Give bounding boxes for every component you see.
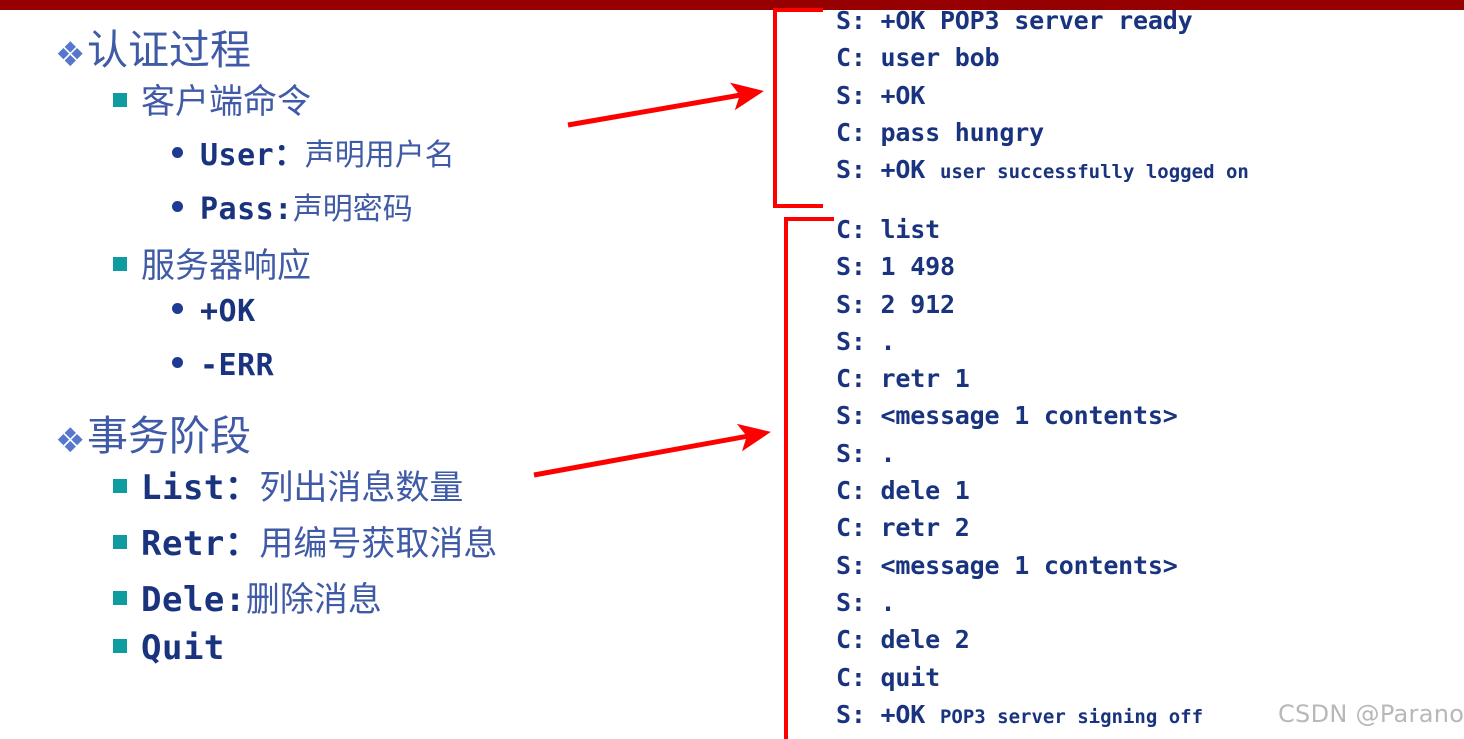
outline-level2-label: 客户端命令 (141, 82, 311, 122)
square-bullet-icon (113, 242, 141, 280)
square-bullet-icon (113, 464, 141, 502)
transcript-line-prefix: S: +OK (836, 155, 940, 185)
slide-canvas: ❖ 认证过程 客户端命令 User： 声明用户名 Pass: 声明密码 服务器响… (0, 0, 1464, 739)
transcript-line: S: <message 1 contents> (836, 550, 1178, 580)
transcript-line: C: dele 2 (836, 625, 970, 655)
csdn-watermark: CSDN @Paranoid☆ (1278, 700, 1464, 728)
auth-transcript-block: S: +OK POP3 server ready C: user bob S: … (836, 2, 1249, 188)
transcript-line: C: quit (836, 662, 940, 692)
outline-item-level1: ❖ 认证过程 (55, 16, 770, 74)
square-bullet-icon (113, 624, 141, 662)
outline-item-level2: 客户端命令 (113, 74, 770, 130)
outline-item-level1: ❖ 事务阶段 (55, 402, 770, 460)
outline-level2-code: List： (141, 468, 260, 508)
outline-level3-desc: 声明用户名 (304, 138, 455, 173)
transcript-line: S: . (836, 587, 896, 617)
transcript-line: C: retr 2 (836, 513, 970, 543)
outline-level2-desc: 用编号获取消息 (259, 524, 498, 564)
transcript-line: C: dele 1 (836, 476, 970, 506)
outline-level2-label: 服务器响应 (141, 246, 311, 286)
transcript-line: C: user bob (836, 43, 1000, 73)
transcript-line: S: . (836, 326, 896, 356)
transcript-line-prefix: S: +OK (836, 699, 940, 729)
outline-item-level2: Retr： 用编号获取消息 (113, 516, 770, 572)
transcript-line: S: +OK POP3 server ready (836, 6, 1193, 35)
outline-item-level2: Quit (113, 628, 770, 684)
transaction-transcript-block: C: list S: 1 498 S: 2 912 S: . C: retr 1… (836, 211, 1203, 733)
transcript-line: C: pass hungry (836, 117, 1044, 147)
square-bullet-icon (113, 78, 141, 116)
transcript-line: S: 2 912 (836, 289, 955, 319)
outline-level2-desc: 删除消息 (245, 580, 382, 620)
outline-item-level3: Pass: 声明密码 (172, 184, 770, 238)
outline-item-level2: List： 列出消息数量 (113, 460, 770, 516)
square-bullet-icon (113, 576, 141, 614)
outline-level3-code: Pass: (200, 192, 293, 227)
outline-level3-desc: 声明密码 (292, 192, 413, 227)
outline-level2-code: Dele: (141, 580, 246, 620)
transcript-line: C: list (836, 215, 940, 244)
outline-level3-code: -ERR (200, 348, 275, 383)
dot-bullet-icon (172, 186, 200, 220)
outline-panel: ❖ 认证过程 客户端命令 User： 声明用户名 Pass: 声明密码 服务器响… (0, 16, 770, 739)
outline-level3-code: User： (200, 138, 305, 173)
transcript-line: S: . (836, 438, 896, 468)
outline-item-level2: Dele: 删除消息 (113, 572, 770, 628)
transcript-line: C: retr 1 (836, 364, 970, 394)
outline-level1-label: 事务阶段 (87, 412, 251, 460)
transcript-line: S: +OK POP3 server signing off (836, 696, 1203, 733)
diamond-bullet-icon: ❖ (55, 35, 86, 75)
transcript-line: S: +OK user successfully logged on (836, 151, 1249, 188)
dot-bullet-icon (172, 342, 200, 376)
transcript-line: S: 1 498 (836, 252, 955, 282)
diamond-bullet-icon: ❖ (55, 421, 86, 461)
transcript-panel: S: +OK POP3 server ready C: user bob S: … (800, 0, 1464, 739)
transcript-line-detail: user successfully logged on (939, 161, 1249, 184)
dot-bullet-icon (172, 288, 200, 322)
transcript-line: S: <message 1 contents> (836, 401, 1178, 431)
outline-level3-code: +OK (200, 294, 256, 329)
outline-item-level3: -ERR (172, 348, 770, 402)
outline-level2-code: Retr： (141, 524, 260, 564)
outline-level2-desc: 列出消息数量 (259, 468, 464, 508)
dot-bullet-icon (172, 132, 200, 166)
outline-level2-code: Quit (141, 628, 225, 668)
outline-item-level3: User： 声明用户名 (172, 130, 770, 184)
outline-level1-label: 认证过程 (87, 26, 251, 74)
square-bullet-icon (113, 520, 141, 558)
transcript-line: S: +OK (836, 80, 926, 110)
transcript-line-detail: POP3 server signing off (939, 705, 1204, 728)
outline-item-level2: 服务器响应 (113, 238, 770, 294)
outline-item-level3: +OK (172, 294, 770, 348)
